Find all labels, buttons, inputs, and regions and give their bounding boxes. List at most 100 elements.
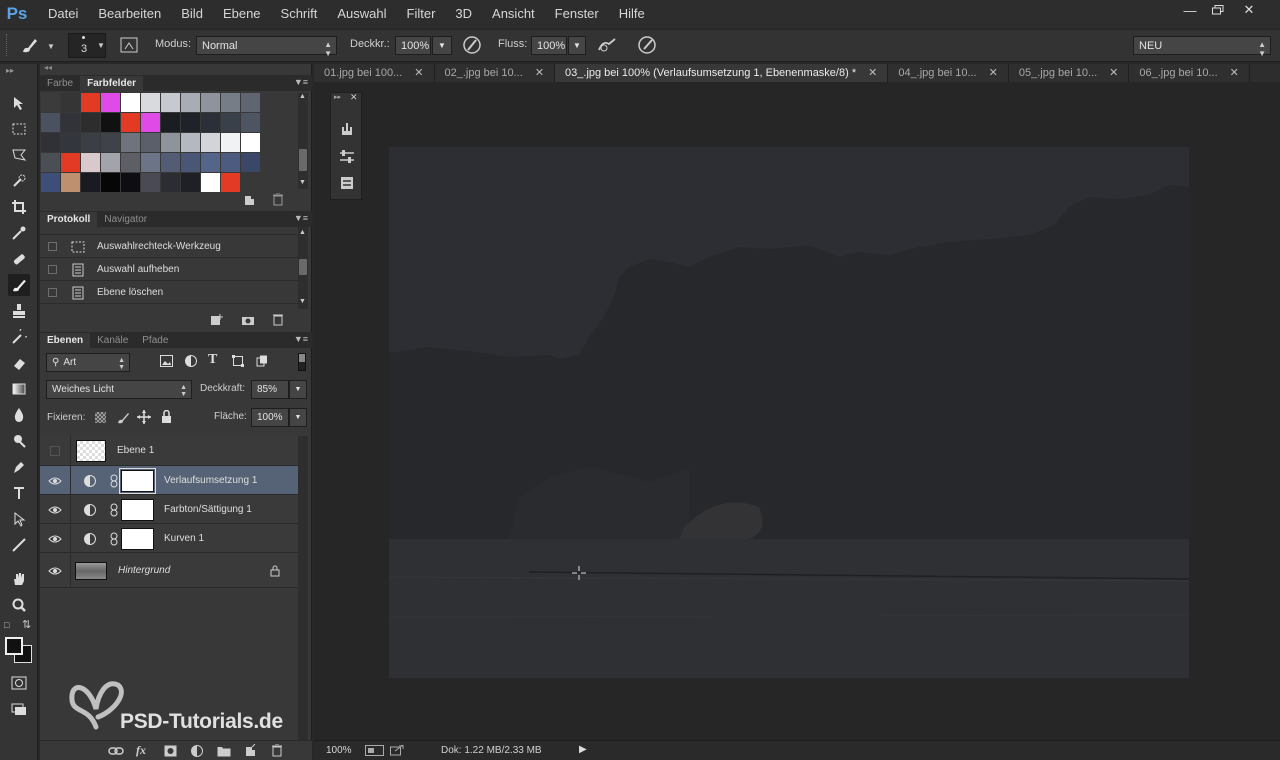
flow-input[interactable]: 100%	[531, 36, 567, 55]
brush-presets-button[interactable]	[339, 119, 355, 135]
new-swatch-button[interactable]	[244, 194, 256, 206]
fill-dropdown[interactable]: ▼	[289, 408, 307, 427]
blend-mode-select[interactable]: Weiches Licht ▲ ▼	[46, 380, 192, 399]
close-tab-icon[interactable]: ✕	[1230, 67, 1239, 79]
pen-tool[interactable]	[8, 456, 30, 478]
color-swatch[interactable]	[81, 133, 100, 152]
close-tab-icon[interactable]: ✕	[414, 67, 423, 79]
new-group-button[interactable]	[217, 745, 231, 757]
color-swatch[interactable]	[241, 93, 260, 112]
color-swatch[interactable]	[161, 133, 180, 152]
menu-item[interactable]: Ansicht	[492, 0, 535, 28]
color-swatch[interactable]	[101, 153, 120, 172]
brush-size-box[interactable]: 3 ▼	[68, 33, 106, 58]
opacity-dropdown[interactable]: ▼	[432, 36, 452, 55]
color-swatch[interactable]	[101, 133, 120, 152]
menu-item[interactable]: Filter	[407, 0, 436, 28]
zoom-tool[interactable]	[8, 594, 30, 616]
menu-item[interactable]: Ebene	[223, 0, 261, 28]
color-swatch[interactable]	[41, 113, 60, 132]
lock-position-button[interactable]	[137, 410, 151, 424]
color-swatch[interactable]	[61, 173, 80, 192]
screen-mode-button[interactable]	[8, 698, 30, 720]
color-swatch[interactable]	[181, 153, 200, 172]
color-swatch[interactable]	[201, 93, 220, 112]
menu-item[interactable]: Bild	[181, 0, 203, 28]
blur-tool[interactable]	[8, 404, 30, 426]
expand-arrows-icon[interactable]: ▸▸	[334, 93, 341, 101]
layer-opacity-input[interactable]: 85%	[251, 380, 289, 399]
layers-scrollbar[interactable]	[298, 436, 308, 742]
color-swatch[interactable]	[121, 113, 140, 132]
color-swatch[interactable]	[41, 93, 60, 112]
menu-item[interactable]: Datei	[48, 0, 78, 28]
layer-name[interactable]: Verlaufsumsetzung 1	[164, 475, 257, 486]
color-swatch[interactable]	[41, 173, 60, 192]
layer-row[interactable]: Farbton/Sättigung 1	[40, 495, 298, 524]
filter-type-icon[interactable]: T	[208, 352, 217, 368]
mask-link-icon[interactable]	[110, 474, 118, 488]
document-tab[interactable]: 05_.jpg bei 10... ✕	[1008, 64, 1130, 82]
tab-kanaele[interactable]: Kanäle	[90, 333, 135, 348]
lock-transparency-icon[interactable]	[95, 412, 106, 423]
scroll-down-icon[interactable]: ▼	[299, 298, 306, 305]
eyedropper-tool[interactable]	[8, 222, 30, 244]
share-icon[interactable]	[390, 745, 404, 756]
tab-navigator[interactable]: Navigator	[97, 212, 154, 227]
dodge-tool[interactable]	[8, 430, 30, 452]
fill-input[interactable]: 100%	[251, 408, 289, 427]
menu-item[interactable]: Auswahl	[337, 0, 386, 28]
delete-layer-button[interactable]	[271, 744, 283, 757]
color-swatch[interactable]	[141, 133, 160, 152]
scroll-up-icon[interactable]: ▲	[299, 93, 306, 100]
eraser-tool[interactable]	[8, 352, 30, 374]
color-swatch[interactable]	[41, 133, 60, 152]
mask-link-icon[interactable]	[110, 532, 118, 546]
move-tool[interactable]	[8, 92, 30, 114]
eye-icon[interactable]	[48, 505, 64, 519]
marquee-tool[interactable]	[8, 118, 30, 140]
lasso-tool[interactable]	[8, 144, 30, 166]
layer-thumbnail[interactable]	[75, 561, 107, 580]
properties-button[interactable]	[339, 175, 355, 191]
healing-brush-tool[interactable]	[8, 248, 30, 270]
history-brush-tool[interactable]	[8, 326, 30, 348]
layer-opacity-dropdown[interactable]: ▼	[289, 380, 307, 399]
swap-colors-icon[interactable]: ⇅	[22, 618, 31, 631]
document-tab[interactable]: 06_.jpg bei 10... ✕	[1129, 64, 1250, 82]
color-swatch[interactable]	[141, 113, 160, 132]
scroll-up-icon[interactable]: ▲	[299, 229, 306, 236]
close-tab-icon[interactable]: ✕	[989, 67, 998, 79]
pressure-size-button[interactable]	[637, 35, 657, 55]
color-swatch[interactable]	[161, 113, 180, 132]
color-swatch[interactable]	[41, 153, 60, 172]
color-swatch[interactable]	[221, 113, 240, 132]
flow-dropdown[interactable]: ▼	[568, 36, 586, 55]
gradient-tool[interactable]	[8, 378, 30, 400]
filter-toggle[interactable]	[298, 353, 306, 371]
filter-adjustment-button[interactable]	[185, 355, 197, 367]
filter-smart-object-button[interactable]	[256, 355, 268, 367]
snapshot-button[interactable]	[241, 314, 255, 326]
layer-mask-thumbnail[interactable]	[121, 498, 154, 521]
color-swatch[interactable]	[221, 153, 240, 172]
swatch-scrollbar[interactable]: ▲ ▼	[298, 93, 308, 189]
document-tab[interactable]: 01.jpg bei 100... ✕	[314, 64, 435, 82]
document-tab[interactable]: 04_.jpg bei 10... ✕	[888, 64, 1009, 82]
eye-icon[interactable]	[48, 566, 64, 580]
crop-tool[interactable]	[8, 196, 30, 218]
color-swatch[interactable]	[201, 113, 220, 132]
add-mask-button[interactable]	[164, 745, 177, 757]
history-item[interactable]: Auswahlrechteck-Werkzeug	[40, 236, 298, 258]
type-tool[interactable]	[8, 482, 30, 504]
color-swatch[interactable]	[221, 133, 240, 152]
scroll-down-icon[interactable]: ▼	[299, 179, 306, 186]
link-layers-button[interactable]	[108, 745, 124, 757]
airbrush-button[interactable]	[597, 35, 617, 55]
history-source-checkbox[interactable]	[48, 265, 57, 274]
zoom-level[interactable]: 100%	[326, 745, 352, 756]
layer-filter-select[interactable]: ⚲ Art ▲ ▼	[46, 353, 130, 372]
color-swatch[interactable]	[201, 133, 220, 152]
menu-item[interactable]: Bearbeiten	[98, 0, 161, 28]
menu-item[interactable]: Fenster	[555, 0, 599, 28]
